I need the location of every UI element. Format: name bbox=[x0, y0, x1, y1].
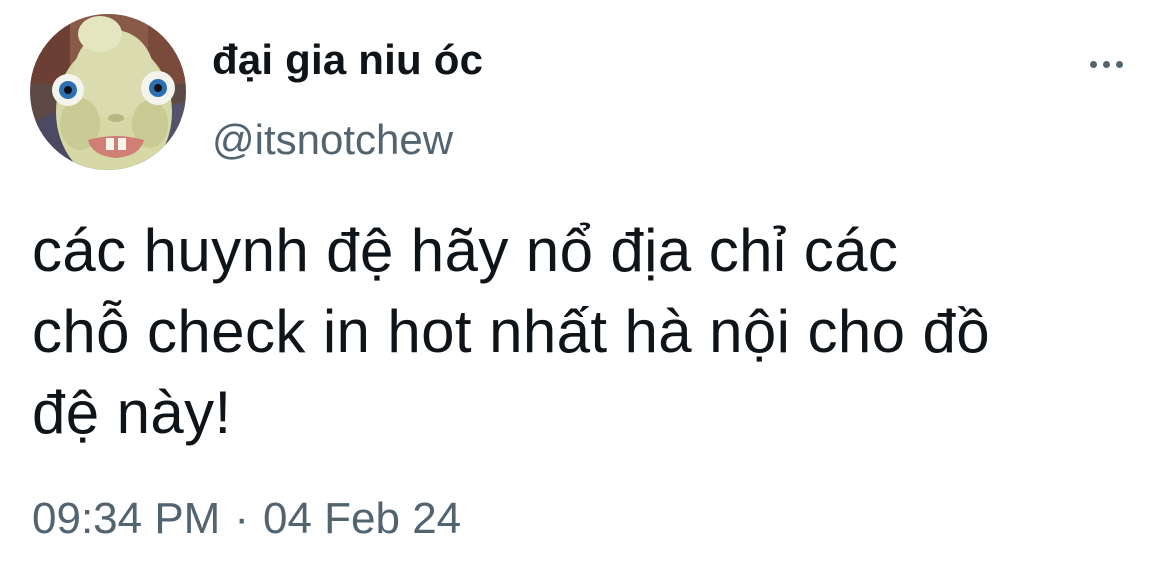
more-options-button[interactable] bbox=[1082, 46, 1134, 82]
more-options-icon bbox=[1090, 61, 1097, 68]
author-handle[interactable]: @itsnotchew bbox=[212, 116, 453, 164]
tweet-time[interactable]: 09:34 PM bbox=[32, 494, 220, 543]
tweet-date[interactable]: 04 Feb 24 bbox=[263, 494, 461, 543]
rabbid-avatar-icon bbox=[30, 14, 186, 170]
tweet-text-line: chỗ check in hot nhất hà nội cho đồ bbox=[32, 298, 991, 365]
tweet-text-line: các huynh đệ hãy nổ địa chỉ các bbox=[32, 217, 899, 284]
tweet-text-line: đệ này! bbox=[32, 379, 232, 446]
meta-separator: · bbox=[234, 494, 249, 543]
author-display-name[interactable]: đại gia niu óc bbox=[212, 36, 483, 84]
tweet-text: các huynh đệ hãy nổ địa chỉ các chỗ chec… bbox=[32, 210, 1152, 453]
more-options-icon bbox=[1116, 61, 1123, 68]
tweet-metadata: 09:34 PM · 04 Feb 24 bbox=[32, 494, 461, 544]
more-options-icon bbox=[1103, 61, 1110, 68]
tweet-card: đại gia niu óc @itsnotchew các huynh đệ … bbox=[0, 0, 1170, 574]
avatar[interactable] bbox=[30, 14, 186, 170]
